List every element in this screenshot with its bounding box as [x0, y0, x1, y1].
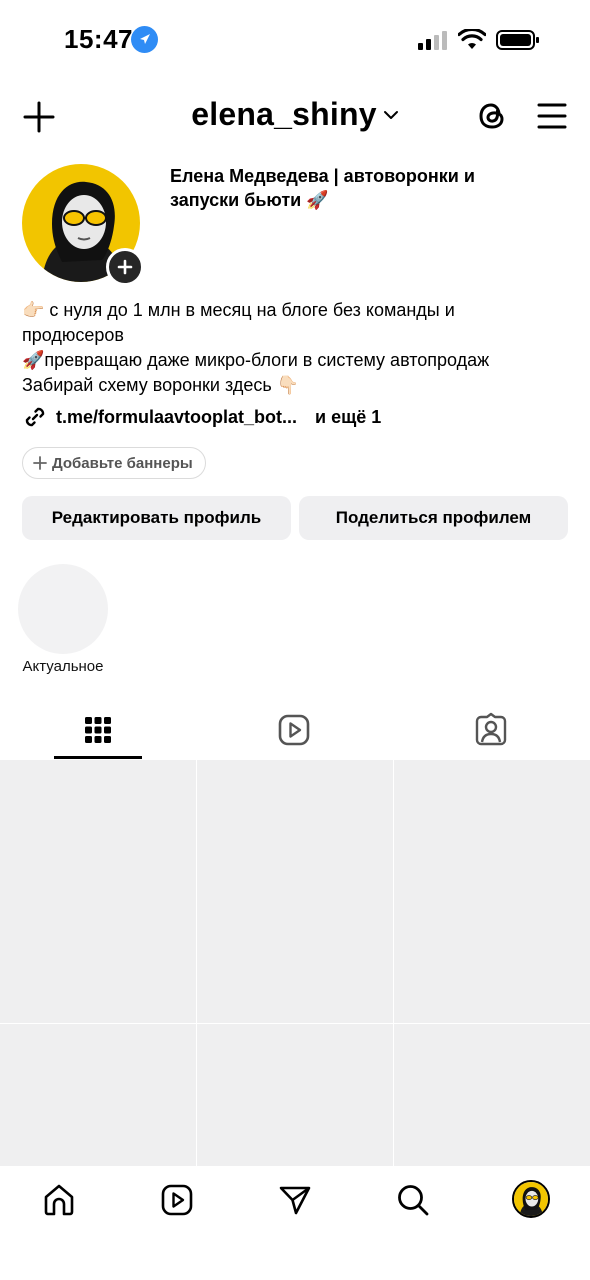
- chevron-down-icon: [383, 110, 398, 119]
- reels-icon[interactable]: [276, 712, 312, 748]
- bottom-navigation: [0, 1166, 590, 1280]
- post-placeholder: [197, 760, 393, 1023]
- highlight-circle[interactable]: [18, 564, 108, 654]
- profile-links[interactable]: t.me/formulaavtooplat_bot... и ещё 1: [22, 404, 381, 430]
- profile-avatar[interactable]: [22, 164, 144, 286]
- add-banners-button[interactable]: Добавьте баннеры: [22, 447, 206, 479]
- content-tabs: [0, 700, 590, 760]
- post-placeholder: [0, 760, 196, 1023]
- tagged-icon[interactable]: [473, 712, 509, 748]
- plus-icon: [117, 259, 133, 275]
- hamburger-icon[interactable]: [536, 100, 568, 132]
- cellular-signal-icon: [418, 31, 447, 50]
- post-placeholder: [394, 760, 590, 1023]
- bio-line: 🚀превращаю даже микро-блоги в систему ав…: [22, 350, 490, 370]
- bio-line: 👉🏻 с нуля до 1 млн в месяц на блоге без …: [22, 300, 455, 320]
- post-placeholder: [0, 1024, 196, 1170]
- post-placeholder: [394, 1024, 590, 1170]
- bio-line: продюсеров: [22, 325, 124, 345]
- status-indicators: [418, 28, 540, 52]
- more-links[interactable]: и ещё 1: [315, 407, 381, 428]
- direct-icon[interactable]: [277, 1182, 313, 1218]
- bio-line: Забирай схему воронки здесь 👇🏻: [22, 375, 300, 395]
- post-placeholder: [197, 1024, 393, 1170]
- edit-profile-button[interactable]: Редактировать профиль: [22, 496, 291, 540]
- active-tab-indicator: [54, 756, 142, 759]
- highlight-label: Актуальное: [22, 658, 104, 675]
- profile-avatar[interactable]: [512, 1180, 550, 1218]
- search-icon[interactable]: [395, 1182, 431, 1218]
- reels-icon[interactable]: [159, 1182, 195, 1218]
- threads-icon[interactable]: [474, 98, 510, 134]
- grid-icon[interactable]: [80, 712, 116, 748]
- username: elena_shiny: [191, 96, 377, 132]
- add-story-button[interactable]: [106, 248, 144, 286]
- link-icon: [25, 407, 45, 427]
- home-icon[interactable]: [41, 1182, 77, 1218]
- profile-full-name: Елена Медведева | автоворонки и запуски …: [170, 166, 475, 210]
- profile-bio: 👉🏻 с нуля до 1 млн в месяц на блоге без …: [22, 298, 572, 398]
- status-bar: 15:47: [0, 0, 590, 80]
- posts-grid: [0, 760, 590, 1170]
- share-profile-button[interactable]: Поделиться профилем: [299, 496, 568, 540]
- instagram-profile-screen: 15:47 elena_shiny Елена Медведева | авто…: [0, 0, 590, 1280]
- wifi-icon: [458, 29, 486, 49]
- profile-link[interactable]: t.me/formulaavtooplat_bot...: [56, 407, 297, 428]
- battery-icon: [496, 30, 539, 50]
- profile-header: elena_shiny: [0, 90, 590, 146]
- add-banners-label: Добавьте баннеры: [52, 454, 193, 472]
- location-arrow-icon: [131, 26, 158, 53]
- status-time: 15:47: [64, 24, 133, 54]
- plus-icon: [33, 456, 47, 470]
